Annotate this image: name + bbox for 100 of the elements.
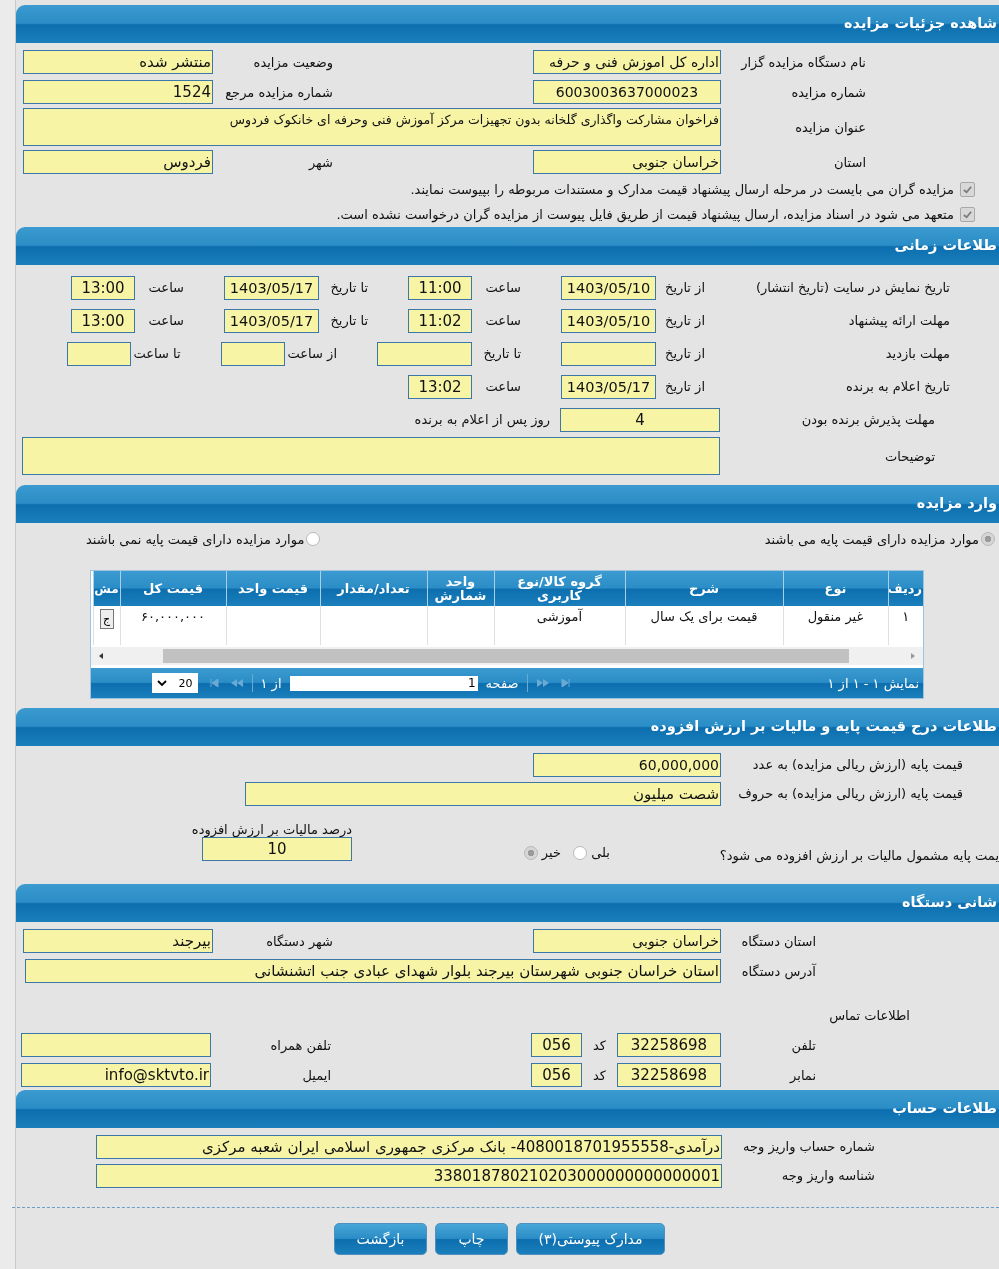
column-header[interactable]: گروه کالا/نوع کاربری xyxy=(494,571,625,606)
row-button[interactable]: ج xyxy=(99,609,114,629)
table-cell: غیر منقول xyxy=(783,606,888,645)
field-label: مهلت بازدید xyxy=(884,346,950,361)
page-count: از ۱ xyxy=(260,675,282,691)
field-label: ساعت xyxy=(484,280,521,295)
section-header: طلاعات زمانی xyxy=(16,227,999,265)
text-area[interactable] xyxy=(22,437,720,475)
right-arrow-icon[interactable] xyxy=(909,652,917,660)
radio-button[interactable] xyxy=(573,845,588,860)
pager-summary: نمایش ۱ - ۱ از ۱ xyxy=(827,675,919,691)
input-field[interactable]: خراسان جنوبی xyxy=(533,929,721,953)
input-field[interactable]: اداره کل اموزش فنی و حرفه xyxy=(533,50,721,74)
column-header[interactable]: قیمت واحد xyxy=(226,571,320,606)
section-header: وارد مزایده xyxy=(16,485,999,523)
field-label: نام دستگاه مزایده گزار xyxy=(739,54,866,70)
next-page-icon[interactable] xyxy=(229,679,244,687)
field-label: آدرس دستگاه xyxy=(740,963,816,979)
input-field[interactable]: 1524 xyxy=(23,80,213,104)
action-button[interactable]: مدارک پیوستی(۳) xyxy=(515,1223,666,1255)
section-header: شاهده جزئیات مزایده xyxy=(16,5,999,43)
input-field[interactable]: 1403/05/17 xyxy=(224,275,319,300)
field-label: شهر xyxy=(307,154,333,170)
page-size-select[interactable]: 20 xyxy=(151,673,198,693)
radio-button[interactable] xyxy=(523,845,538,860)
input-field[interactable]: 1403/05/17 xyxy=(561,374,656,399)
input-field[interactable] xyxy=(220,341,285,366)
input-field[interactable]: 10 xyxy=(202,837,352,861)
input-field[interactable]: 1403/05/10 xyxy=(561,308,656,333)
column-header[interactable]: قیمت کل xyxy=(120,571,226,606)
previous-page-icon[interactable] xyxy=(535,679,550,687)
section-header: طلاعات حساب xyxy=(16,1090,999,1128)
radio-button[interactable] xyxy=(981,532,995,546)
chevron-down-icon xyxy=(156,680,167,686)
field-label: مهلت پذیرش برنده بودن xyxy=(800,412,936,427)
column-header[interactable]: تعداد/مقدار xyxy=(320,571,427,606)
column-header[interactable]: شرح xyxy=(625,571,783,606)
field-label: مهلت ارائه پیشنهاد xyxy=(847,313,950,328)
input-field[interactable]: 056 xyxy=(531,1063,582,1087)
field-label: ایمیل xyxy=(301,1067,331,1083)
input-field[interactable]: 13:02 xyxy=(408,374,472,399)
input-field[interactable]: 32258698 xyxy=(617,1033,721,1057)
input-field[interactable]: 13:00 xyxy=(71,308,135,333)
input-field[interactable]: 13:00 xyxy=(71,275,135,300)
input-field[interactable]: منتشر شده xyxy=(23,50,213,74)
column-header[interactable]: نوع xyxy=(783,571,888,606)
input-field[interactable]: info@sktvto.ir xyxy=(21,1063,211,1087)
input-field[interactable]: شصت میلیون xyxy=(245,781,721,806)
action-button[interactable]: بازگشت xyxy=(333,1223,428,1255)
field-label: ساعت xyxy=(147,313,184,328)
field-label: از تاریخ xyxy=(664,346,705,361)
left-arrow-icon[interactable] xyxy=(97,652,105,660)
input-field[interactable]: 11:02 xyxy=(408,308,472,333)
radio-button[interactable] xyxy=(306,532,321,546)
column-header[interactable]: ردیف xyxy=(888,571,923,606)
field-label: تاریخ نمایش در سایت (تاریخ انتشار) xyxy=(754,280,950,295)
field-label: ساعت xyxy=(484,313,521,328)
input-field[interactable]: 056 xyxy=(531,1033,582,1057)
input-field[interactable]: 1403/05/10 xyxy=(561,275,656,300)
field-label: نمابر xyxy=(788,1067,816,1083)
input-field[interactable]: 1403/05/17 xyxy=(224,308,319,333)
input-field[interactable]: استان خراسان جنوبی شهرستان بیرجند بلوار شهدای عبادی جنب اتشنشانی xyxy=(25,959,721,983)
last-page-icon[interactable] xyxy=(209,679,222,687)
checkbox[interactable] xyxy=(960,207,975,222)
input-field[interactable]: 4 xyxy=(560,407,720,432)
field-label: شماره مزایده مرجع xyxy=(224,84,333,100)
input-field[interactable]: درآمدی-4080018701955558- بانک مرکزی جمهوری اسلامی ایران شعبه مرکزی xyxy=(96,1134,722,1159)
input-field[interactable]: فردوس xyxy=(23,150,213,174)
checkbox[interactable] xyxy=(960,182,975,197)
field-label: عنوان مزایده xyxy=(794,119,866,135)
column-header[interactable]: مش xyxy=(93,571,120,606)
input-field[interactable]: 32258698 xyxy=(617,1063,721,1087)
input-field[interactable]: 6003003637000023 xyxy=(533,80,721,104)
input-field[interactable] xyxy=(561,341,656,366)
section-header: طلاعات درج قیمت پایه و مالیات بر ارزش افزوده xyxy=(16,708,999,746)
horizontal-scrollbar[interactable] xyxy=(91,647,923,665)
input-field[interactable] xyxy=(21,1033,211,1057)
field-label: تا تاریخ xyxy=(329,313,368,328)
field-label: از ساعت xyxy=(286,346,337,361)
field-label: از تاریخ xyxy=(664,313,705,328)
radio-label: موارد مزایده دارای قیمت پایه نمی باشند xyxy=(86,531,305,547)
checkmark-icon xyxy=(962,209,973,220)
action-button[interactable]: چاپ xyxy=(435,1223,508,1255)
input-field[interactable] xyxy=(66,341,131,366)
field-label: درصد مالیات بر ارزش افزوده xyxy=(191,822,352,837)
checkbox-label: متعهد می شود در اسناد مزایده، ارسال پیشنهاد قیمت از طریق فایل پیوست از مزایده گران درخواست نشده است. xyxy=(336,207,954,222)
page-input[interactable]: 1 xyxy=(289,675,478,691)
input-field[interactable]: 11:00 xyxy=(408,275,472,300)
input-field[interactable]: 60,000,000 xyxy=(533,752,721,777)
field-label: قیمت پایه (ارزش ریالی مزایده) به حروف xyxy=(737,786,963,801)
table-cell: ۱ xyxy=(888,606,923,645)
table-cell: قیمت برای یک سال xyxy=(625,606,783,645)
input-field[interactable]: بیرجند xyxy=(23,929,213,953)
field-label: تلفن xyxy=(790,1037,816,1053)
input-field[interactable]: خراسان جنوبی xyxy=(533,150,721,174)
page-label: صفحه xyxy=(485,675,519,691)
input-field[interactable] xyxy=(377,341,472,366)
input-field[interactable]: 338018780210203000000000000001 xyxy=(96,1163,722,1188)
column-header[interactable]: واحد شمارش xyxy=(427,571,494,606)
text-area[interactable]: فراخوان مشارکت واگذاری گلخانه بدون تجهیزات مرکز آموزش فنی وحرفه ای خانکوک فردوس xyxy=(23,108,721,146)
